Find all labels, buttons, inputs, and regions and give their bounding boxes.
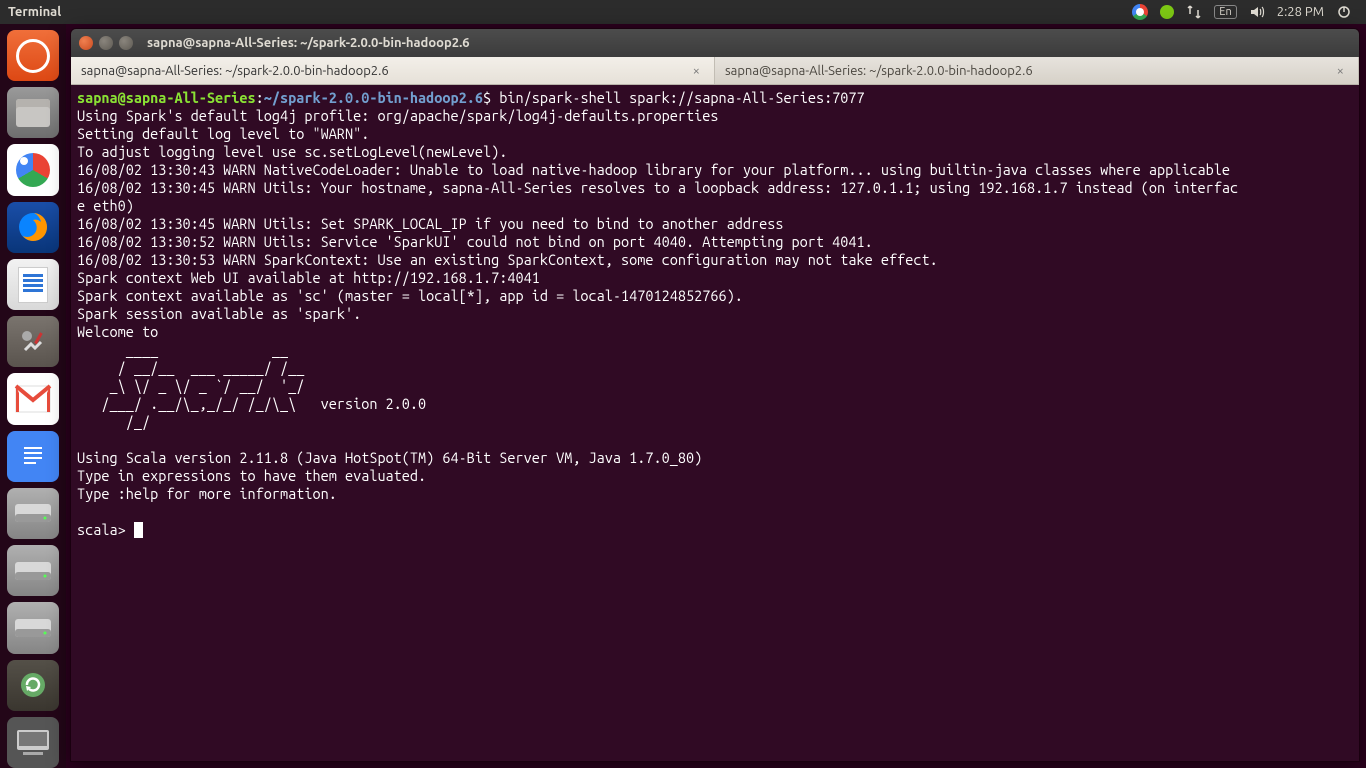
- disk-icon-3[interactable]: [7, 602, 59, 653]
- tab-close-icon[interactable]: ×: [689, 64, 704, 78]
- tab-label: sapna@sapna-All-Series: ~/spark-2.0.0-bi…: [81, 64, 389, 78]
- libreoffice-writer-icon[interactable]: [7, 259, 59, 310]
- software-updater-icon[interactable]: [7, 660, 59, 711]
- scala-prompt: scala>: [77, 521, 134, 538]
- chrome-launcher-icon[interactable]: [7, 144, 59, 195]
- prompt-dollar: $: [483, 89, 499, 106]
- tab-close-icon[interactable]: ×: [1333, 64, 1348, 78]
- window-title: sapna@sapna-All-Series: ~/spark-2.0.0-bi…: [147, 36, 470, 50]
- terminal-body[interactable]: sapna@sapna-All-Series:~/spark-2.0.0-bin…: [71, 85, 1359, 761]
- window-minimize-button[interactable]: [99, 36, 113, 50]
- sound-indicator-icon[interactable]: [1249, 4, 1265, 20]
- terminal-window: sapna@sapna-All-Series: ~/spark-2.0.0-bi…: [70, 28, 1360, 762]
- session-indicator-icon[interactable]: [1336, 4, 1352, 20]
- window-close-button[interactable]: [79, 36, 93, 50]
- terminal-tab-1[interactable]: sapna@sapna-All-Series: ~/spark-2.0.0-bi…: [71, 57, 715, 84]
- terminal-tab-2[interactable]: sapna@sapna-All-Series: ~/spark-2.0.0-bi…: [715, 57, 1359, 84]
- tab-label: sapna@sapna-All-Series: ~/spark-2.0.0-bi…: [725, 64, 1033, 78]
- dash-icon[interactable]: [7, 30, 59, 81]
- prompt-colon: :: [256, 89, 264, 106]
- files-icon[interactable]: [7, 87, 59, 138]
- prompt-path: ~/spark-2.0.0-bin-hadoop2.6: [264, 89, 483, 106]
- system-top-panel: Terminal En 2:28 PM: [0, 0, 1366, 24]
- command-text: bin/spark-shell spark://sapna-All-Series…: [499, 89, 864, 106]
- cursor: [134, 522, 143, 538]
- chat-indicator-icon[interactable]: [1160, 5, 1174, 19]
- disk-icon-2[interactable]: [7, 545, 59, 596]
- terminal-output: Using Spark's default log4j profile: org…: [77, 107, 1238, 502]
- prompt-user: sapna@sapna-All-Series: [77, 89, 256, 106]
- clock[interactable]: 2:28 PM: [1277, 5, 1324, 19]
- gmail-icon[interactable]: [7, 373, 59, 424]
- firefox-icon[interactable]: [7, 202, 59, 253]
- window-maximize-button[interactable]: [119, 36, 133, 50]
- keyboard-layout-indicator[interactable]: En: [1214, 5, 1236, 19]
- app-menu-label[interactable]: Terminal: [8, 5, 61, 19]
- google-docs-icon[interactable]: [7, 431, 59, 482]
- window-titlebar[interactable]: sapna@sapna-All-Series: ~/spark-2.0.0-bi…: [71, 29, 1359, 57]
- unity-launcher: [0, 24, 66, 768]
- chrome-indicator-icon[interactable]: [1132, 4, 1148, 20]
- network-indicator-icon[interactable]: [1186, 4, 1202, 20]
- settings-icon[interactable]: [7, 316, 59, 367]
- device-icon[interactable]: [7, 717, 59, 768]
- disk-icon-1[interactable]: [7, 488, 59, 539]
- terminal-tabbar: sapna@sapna-All-Series: ~/spark-2.0.0-bi…: [71, 57, 1359, 85]
